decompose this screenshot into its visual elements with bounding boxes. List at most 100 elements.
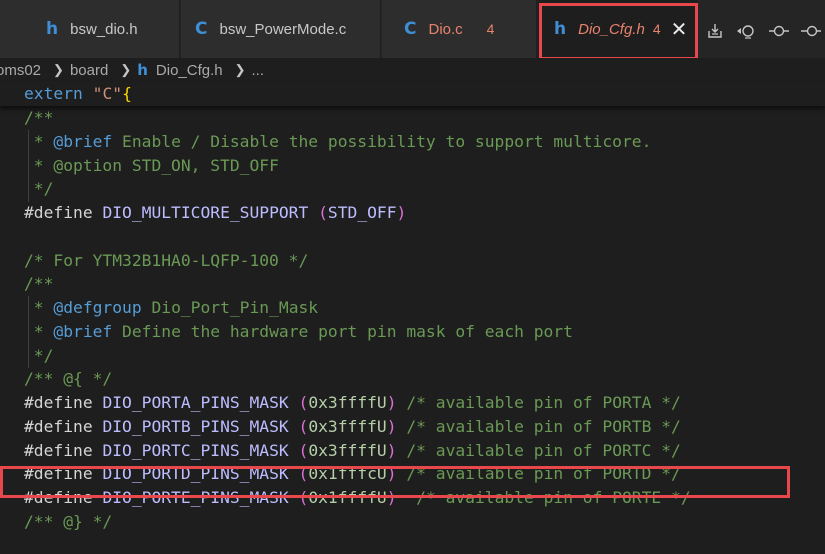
code-comment: */: [24, 179, 54, 199]
editor-tab-bar: h bsw_dio.h C bsw_PowerMode.c C Dio.c 4 …: [0, 0, 825, 58]
code-paren: (: [298, 440, 309, 460]
tab-dio-c[interactable]: C Dio.c 4: [382, 0, 537, 58]
breadcrumb-folder[interactable]: board: [70, 62, 108, 79]
code-paren: (: [298, 488, 309, 507]
tab-dio-cfg-h[interactable]: h Dio_Cfg.h 4 ✕: [538, 0, 698, 58]
code-comment: */: [24, 345, 54, 365]
go-next-change-icon[interactable]: [800, 20, 822, 42]
code-brace: {: [122, 84, 132, 103]
hex-literal: 0x1fffcU: [308, 464, 387, 484]
code-comment: /* available pin of PORTE */: [416, 488, 691, 507]
code-line: /**: [0, 272, 825, 296]
code-line: #define DIO_PORTA_PINS_MASK (0x3ffffU) /…: [0, 391, 825, 415]
preprocessor-directive: #define: [24, 393, 93, 412]
code-comment: /** @{ */: [24, 369, 113, 389]
preprocessor-directive: #define: [24, 440, 93, 460]
code-paren: (: [298, 393, 309, 412]
macro-value: STD_OFF: [327, 203, 397, 222]
code-paren: (: [318, 203, 328, 222]
code-comment: /* For YTM32B1HA0-LQFP-100 */: [24, 250, 309, 270]
compare-icon[interactable]: [704, 20, 726, 42]
c-file-icon: C: [195, 19, 208, 39]
sticky-scroll-header[interactable]: extern "C"{: [0, 82, 825, 106]
code-line-highlighted: #define DIO_PORTD_PINS_MASK (0x1fffcU) /…: [0, 462, 825, 486]
preprocessor-directive: #define: [24, 203, 93, 222]
doc-tag: @brief: [53, 131, 113, 151]
code-paren: ): [396, 203, 407, 222]
code-keyword: extern: [24, 84, 83, 103]
code-paren: ): [386, 464, 397, 484]
tab-label: bsw_dio.h: [70, 20, 138, 38]
doc-tag: @defgroup: [53, 298, 142, 317]
hex-literal: 0x3ffffU: [308, 393, 387, 412]
macro-name: DIO_PORTA_PINS_MASK: [102, 393, 289, 412]
code-paren: (: [298, 416, 309, 436]
code-paren: ): [386, 416, 397, 436]
doc-tag: @brief: [53, 321, 113, 341]
code-line: /* For YTM32B1HA0-LQFP-100 */: [0, 249, 825, 273]
macro-name: DIO_MULTICORE_SUPPORT: [102, 203, 309, 222]
breadcrumb: oms02 ❯ board ❯ h Dio_Cfg.h ❯ ...: [0, 58, 825, 82]
code-comment: *: [24, 131, 54, 151]
preprocessor-directive: #define: [24, 464, 93, 484]
editor-actions: [704, 20, 822, 42]
code-comment: /* available pin of PORTA */: [406, 393, 681, 412]
chevron-right-icon: ❯: [53, 62, 64, 77]
code-comment: /** @} */: [24, 511, 113, 531]
code-line: */: [0, 177, 825, 201]
chevron-right-icon: ❯: [234, 62, 246, 77]
close-icon[interactable]: ✕: [671, 17, 688, 41]
code-paren: ): [386, 440, 397, 460]
code-line: #define DIO_MULTICORE_SUPPORT (STD_OFF): [0, 201, 825, 225]
code-comment: /**: [24, 108, 54, 127]
code-line: * @defgroup Dio_Port_Pin_Mask: [0, 296, 825, 320]
go-previous-change-icon[interactable]: [768, 20, 790, 42]
chevron-right-icon: ❯: [120, 62, 132, 77]
code-comment: /* available pin of PORTC */: [406, 440, 681, 460]
code-line: /** @{ */: [0, 367, 825, 391]
c-file-icon: C: [404, 19, 417, 39]
go-back-icon[interactable]: [736, 20, 758, 42]
header-file-icon: h: [46, 19, 59, 39]
breadcrumb-symbol[interactable]: ...: [252, 62, 265, 79]
tab-bsw-dio-h[interactable]: h bsw_dio.h: [0, 0, 180, 58]
header-file-icon: h: [137, 61, 148, 79]
code-comment: /* available pin of PORTB */: [406, 416, 681, 436]
code-comment: Define the hardware port pin mask of eac…: [112, 321, 573, 341]
code-line: /** @} */: [0, 510, 825, 534]
code-paren: (: [298, 464, 309, 484]
code-string: "C": [92, 84, 123, 103]
code-comment: /* available pin of PORTD */: [406, 464, 681, 484]
code-line: #define DIO_PORTE_PINS_MASK (0x1ffffU) /…: [0, 486, 825, 510]
code-comment: /**: [24, 274, 54, 294]
macro-name: DIO_PORTB_PINS_MASK: [102, 416, 289, 436]
hex-literal: 0x1ffffU: [308, 488, 387, 507]
code-line: /**: [0, 106, 825, 130]
code-comment: *: [24, 155, 54, 175]
problem-count-badge: 4: [486, 21, 495, 37]
hex-literal: 0x3ffffU: [308, 416, 387, 436]
code-comment: @option STD_ON, STD_OFF: [53, 155, 279, 175]
macro-name: DIO_PORTC_PINS_MASK: [102, 440, 289, 460]
tab-label: bsw_PowerMode.c: [219, 20, 347, 38]
preprocessor-directive: #define: [24, 488, 93, 507]
macro-name: DIO_PORTE_PINS_MASK: [102, 488, 289, 507]
preprocessor-directive: #define: [24, 416, 93, 436]
breadcrumb-file[interactable]: Dio_Cfg.h: [156, 62, 223, 79]
code-line: #define DIO_PORTB_PINS_MASK (0x3ffffU) /…: [0, 415, 825, 439]
code-editor[interactable]: /** * @brief Enable / Disable the possib…: [0, 106, 825, 534]
tab-bsw-powermode-c[interactable]: C bsw_PowerMode.c: [181, 0, 381, 58]
code-comment: *: [24, 321, 54, 341]
breadcrumb-folder[interactable]: oms02: [0, 62, 41, 79]
code-line: */: [0, 344, 825, 368]
code-comment: *: [24, 298, 54, 317]
code-comment: Enable / Disable the possibility to supp…: [112, 131, 652, 151]
hex-literal: 0x3ffffU: [308, 440, 387, 460]
code-line: * @brief Define the hardware port pin ma…: [0, 320, 825, 344]
code-paren: ): [386, 393, 397, 412]
